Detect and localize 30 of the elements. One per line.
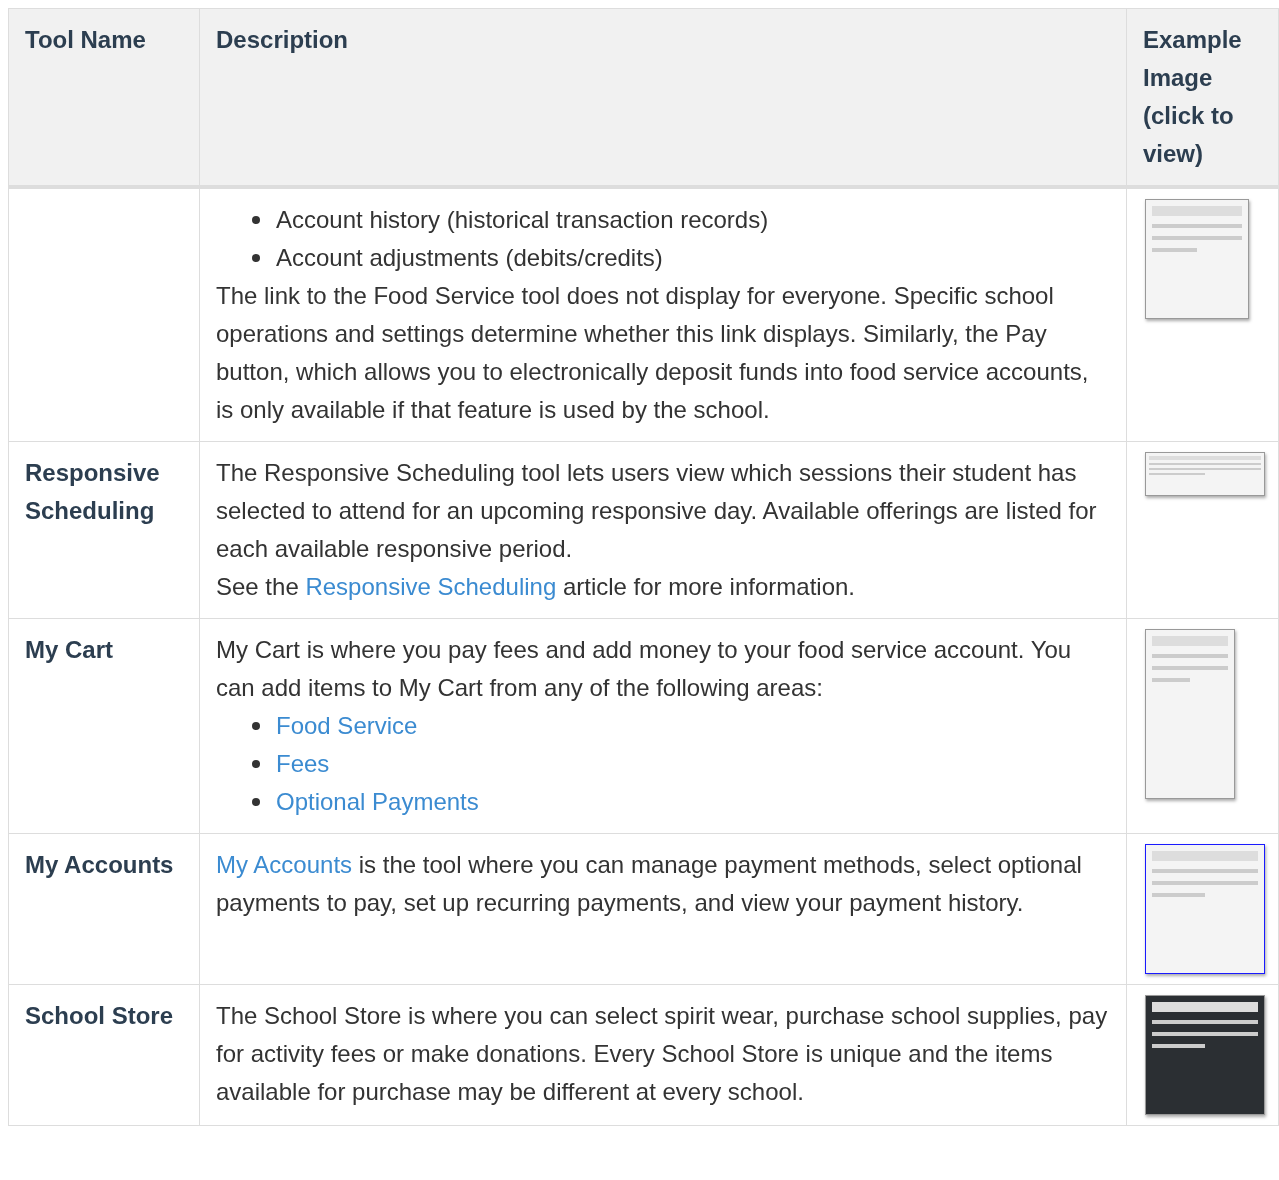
column-header: Tool Name xyxy=(8,8,200,187)
description-text: The School Store is where you can select spirit wear, purchase school supplies, pay for activity fees or make donations. Every School Store is unique and the items available for purchase may be different at every school. xyxy=(216,1001,1109,1107)
tool-name: My Accounts xyxy=(25,851,174,878)
tool-name: My Cart xyxy=(25,636,114,663)
article-link[interactable]: My Accounts xyxy=(216,851,353,878)
article-link[interactable]: Food Service xyxy=(276,707,418,745)
article-link[interactable]: Optional Payments xyxy=(276,783,479,821)
screenshot-thumbnail[interactable] xyxy=(1145,629,1235,799)
list-item-text: Account adjustments (debits/credits) xyxy=(276,243,663,273)
description-text: The Responsive Scheduling tool lets users view which sessions their student has selected to attend for an upcoming responsive day. Available offerings are listed for each available responsive period. xyxy=(216,458,1098,564)
screenshot-thumbnail[interactable] xyxy=(1145,995,1265,1115)
tool-name: School Store xyxy=(25,1002,174,1029)
article-link[interactable]: Responsive Scheduling xyxy=(305,573,557,600)
description-text: The link to the Food Service tool does not display for everyone. Specific school operations and settings determine whether this link displays. Similarly, the Pay button, which allows you to electronically deposit funds into food service accounts, is only available if that feature is used by the school. xyxy=(216,281,1090,425)
column-header: Example Image (click to view) xyxy=(1126,8,1279,187)
article-link[interactable]: Fees xyxy=(276,745,330,783)
list-item-text: Account history (historical transaction records) xyxy=(276,205,769,235)
screenshot-thumbnail[interactable] xyxy=(1145,199,1249,319)
bullet-icon xyxy=(252,216,260,224)
bullet-icon xyxy=(252,722,260,730)
tool-name: Responsive Scheduling xyxy=(25,459,160,524)
bullet-icon xyxy=(252,798,260,806)
column-header: Description xyxy=(199,8,1127,187)
screenshot-thumbnail[interactable] xyxy=(1145,452,1265,496)
description-text: My Cart is where you pay fees and add money to your food service account. You can add items to My Cart from any of the following areas: xyxy=(216,635,1073,703)
bullet-icon xyxy=(252,254,260,262)
description-text: My Accounts is the tool where you can manage payment methods, select optional payments to pay, set up recurring payments, and view your payment history. xyxy=(216,850,1083,918)
description-text: See the Responsive Scheduling article for more information. xyxy=(216,572,856,602)
bullet-icon xyxy=(252,760,260,768)
screenshot-thumbnail[interactable] xyxy=(1145,844,1265,974)
